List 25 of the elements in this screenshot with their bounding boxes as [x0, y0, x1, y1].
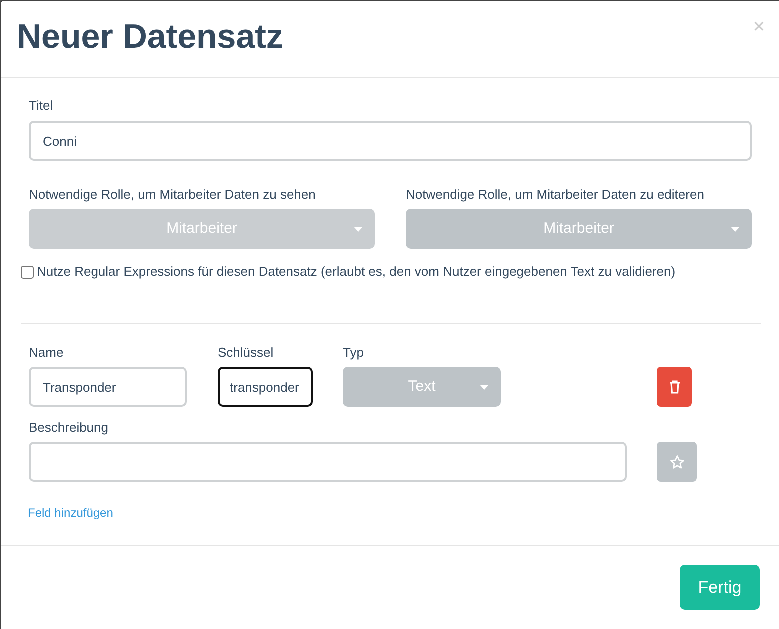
title-field[interactable]: Conni — [29, 121, 752, 161]
field-label: Beschreibung — [29, 420, 110, 436]
field-label: Notwendige Rolle, um Mitarbeiter Daten zu editeren — [406, 187, 706, 203]
star-icon — [670, 454, 684, 470]
description-field[interactable] — [29, 442, 627, 482]
type-select[interactable]: Text — [343, 367, 501, 407]
caret-icon — [480, 385, 489, 390]
name-field[interactable]: Transponder — [29, 367, 187, 407]
regex-checkbox[interactable] — [21, 266, 34, 278]
field-label: Schlüssel — [218, 345, 275, 361]
field-label: Typ — [343, 345, 365, 361]
trash-icon — [668, 380, 680, 394]
done-button[interactable]: Fertig — [680, 565, 760, 610]
field-label: Titel — [29, 98, 54, 114]
delete-button[interactable] — [657, 367, 692, 407]
dialog-title: Neuer Datensatz — [17, 17, 284, 58]
caret-icon — [354, 227, 363, 232]
field-label: Notwendige Rolle, um Mitarbeiter Daten zu sehen — [29, 187, 317, 203]
close-button[interactable]: × — [753, 15, 765, 39]
caret-icon — [731, 227, 740, 232]
role-select[interactable]: Mitarbeiter — [406, 209, 752, 249]
key-field[interactable]: transponder — [218, 367, 313, 407]
field-label: Name — [29, 345, 65, 361]
checkbox-label: Nutze Regular Expressions für diesen Datensatz (erlaubt es, den vom Nutzer eingegebenen Text zu validieren) — [37, 264, 676, 280]
add-field-link[interactable]: Feld hinzufügen — [28, 505, 114, 521]
